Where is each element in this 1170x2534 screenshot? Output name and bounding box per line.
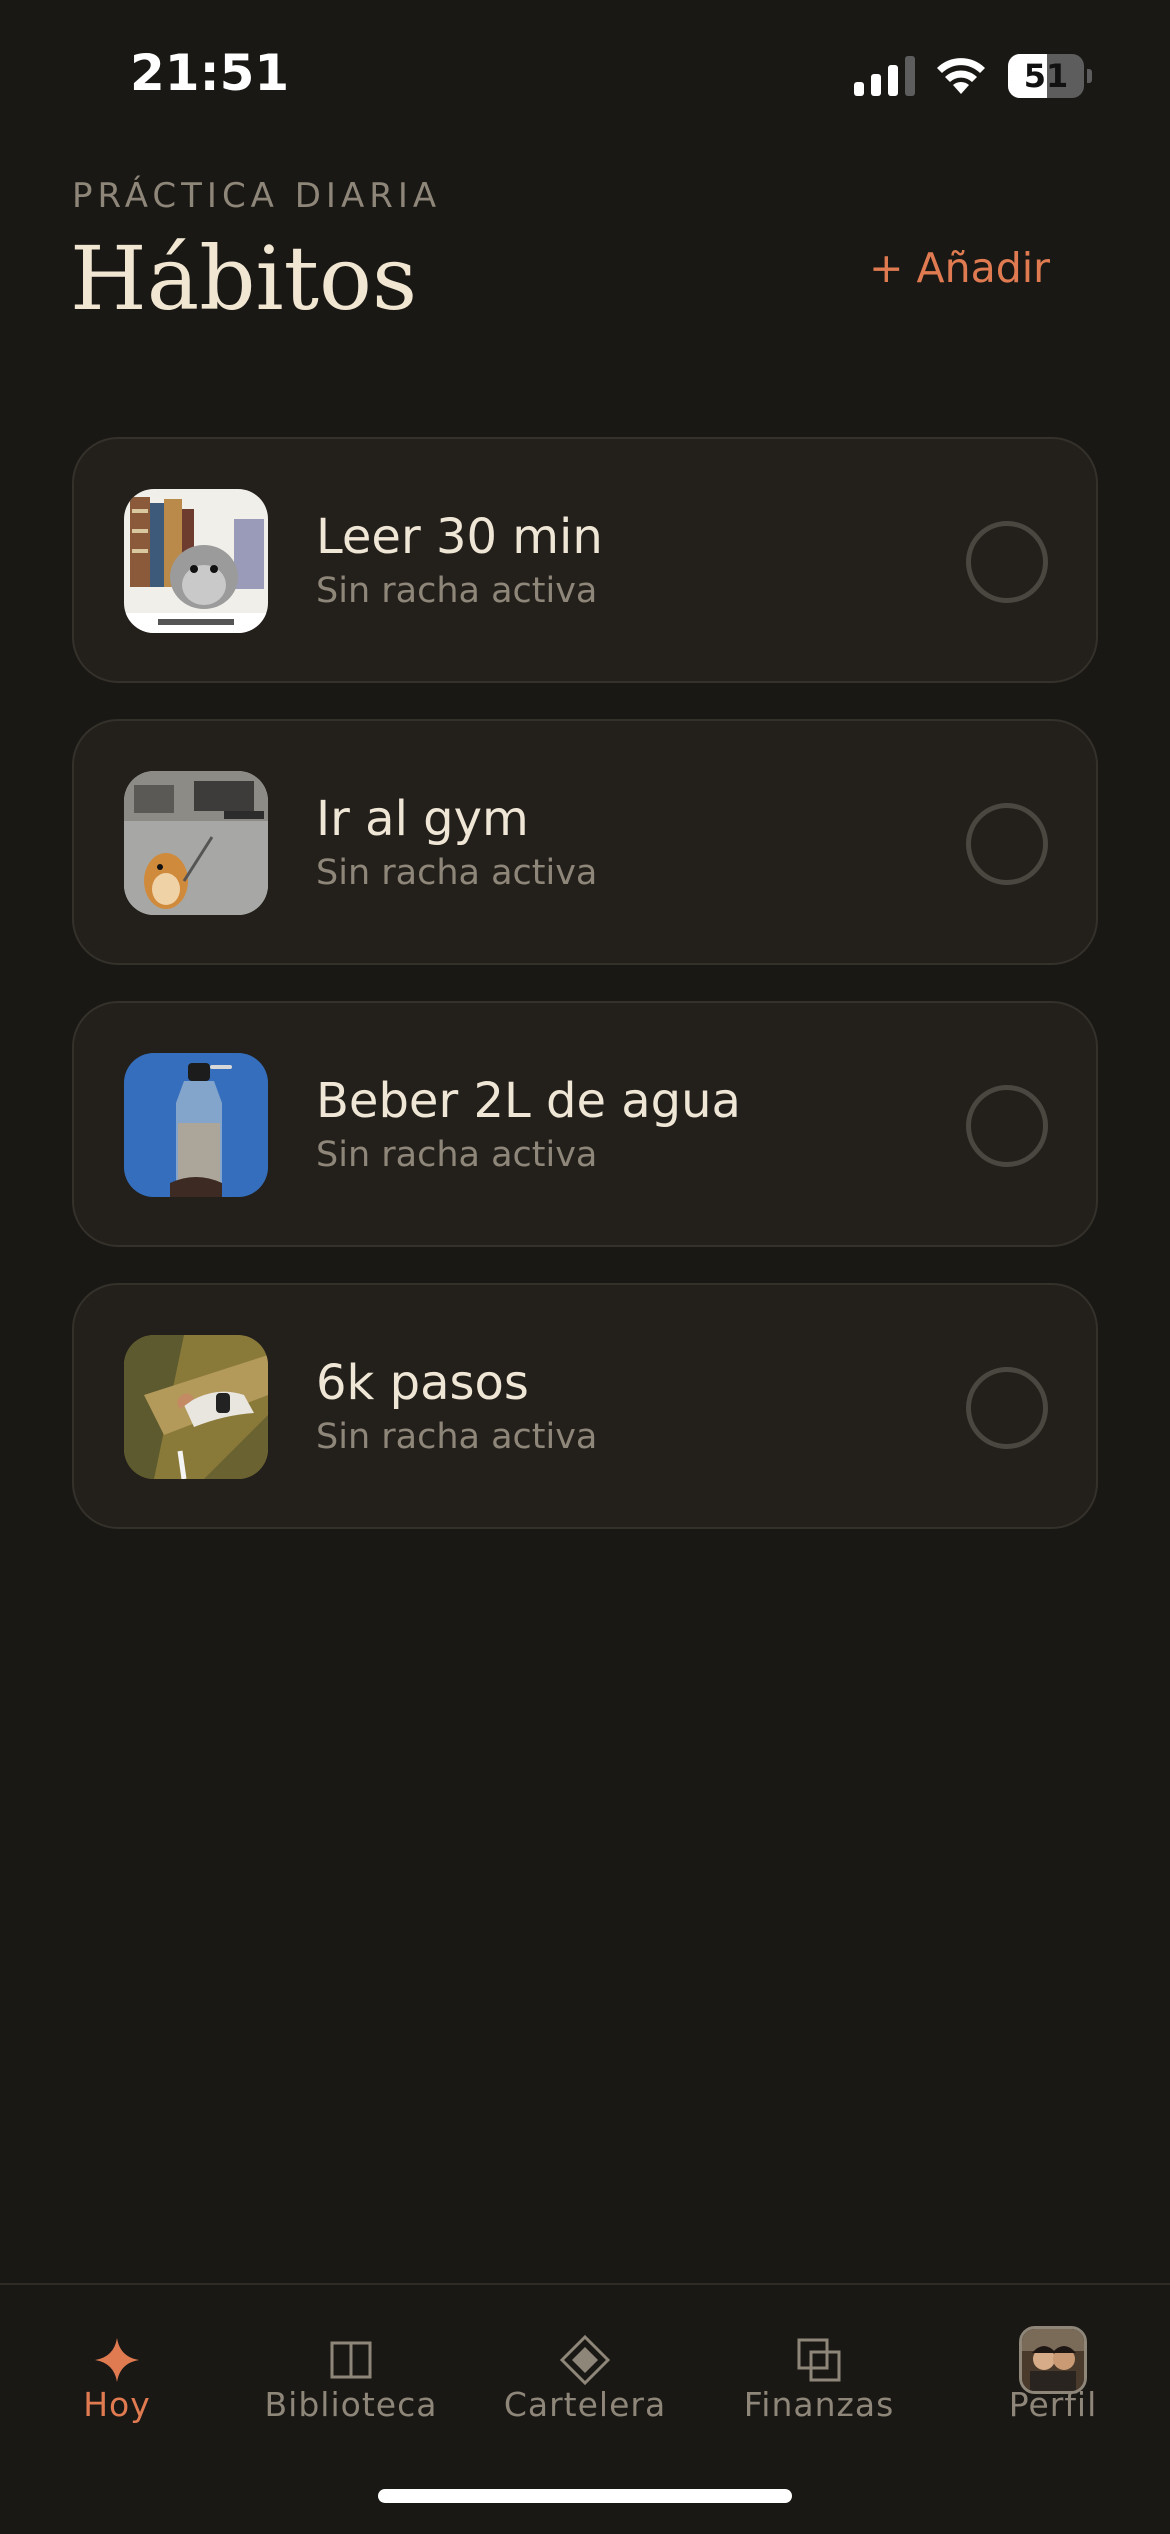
tab-label: Perfil [1008, 2385, 1098, 2424]
wifi-icon [937, 58, 985, 94]
status-time: 21:51 [130, 44, 290, 102]
signal-icon [854, 56, 915, 96]
habit-status: Sin racha activa [316, 571, 598, 611]
habit-card[interactable]: Beber 2L de agua Sin racha activa [72, 1001, 1098, 1247]
habit-card[interactable]: Ir al gym Sin racha activa [72, 719, 1098, 965]
water-bottle-image [124, 1053, 268, 1197]
habit-status: Sin racha activa [316, 853, 598, 893]
habit-check-button[interactable] [966, 1367, 1048, 1449]
battery-icon: 51 [1008, 54, 1092, 98]
tab-cartelera[interactable]: Cartelera [468, 2285, 702, 2465]
tab-label: Finanzas [743, 2385, 895, 2424]
hamster-with-books-image [124, 489, 268, 633]
habit-title: Beber 2L de agua [316, 1073, 741, 1129]
habit-title: 6k pasos [316, 1355, 529, 1411]
hamster-in-gym-image [124, 771, 268, 915]
habit-card[interactable]: Leer 30 min Sin racha activa [72, 437, 1098, 683]
habit-list: Leer 30 min Sin racha activa Ir al gym S… [72, 437, 1098, 1565]
tab-label: Cartelera [503, 2385, 667, 2424]
habit-title: Ir al gym [316, 791, 529, 847]
home-indicator[interactable] [378, 2489, 792, 2503]
tab-label: Hoy [83, 2385, 151, 2424]
page-title: Hábitos [70, 227, 418, 330]
habit-status: Sin racha activa [316, 1417, 598, 1457]
habit-title: Leer 30 min [316, 509, 603, 565]
tab-perfil[interactable]: Perfil [936, 2285, 1170, 2465]
habit-card[interactable]: 6k pasos Sin racha activa [72, 1283, 1098, 1529]
status-bar: 21:51 51 [0, 0, 1170, 150]
add-habit-button[interactable]: + Añadir [869, 244, 1050, 292]
tab-finanzas[interactable]: Finanzas [702, 2285, 936, 2465]
walking-watch-image [124, 1335, 268, 1479]
tab-hoy[interactable]: Hoy [0, 2285, 234, 2465]
habit-status: Sin racha activa [316, 1135, 598, 1175]
habit-check-button[interactable] [966, 521, 1048, 603]
avatar [1019, 2326, 1087, 2394]
battery-percent: 51 [1023, 57, 1069, 95]
tab-biblioteca[interactable]: Biblioteca [234, 2285, 468, 2465]
habit-check-button[interactable] [966, 1085, 1048, 1167]
tab-label: Biblioteca [264, 2385, 438, 2424]
habit-check-button[interactable] [966, 803, 1048, 885]
section-eyebrow: PRÁCTICA DIARIA [72, 176, 442, 216]
